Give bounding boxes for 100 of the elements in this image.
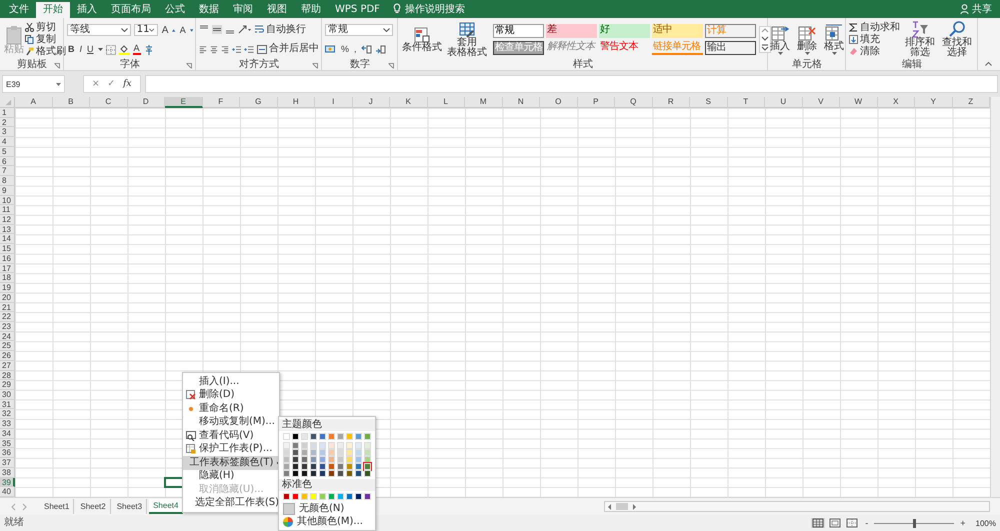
color-swatch[interactable] bbox=[283, 463, 290, 470]
insert-cells-button[interactable]: 插入 bbox=[769, 23, 791, 56]
row-header[interactable]: 30 bbox=[0, 390, 15, 400]
underline-button[interactable]: U bbox=[86, 44, 95, 55]
format-as-table-button[interactable]: 套用 表格格式 bbox=[446, 20, 488, 58]
menu-item[interactable]: 隐藏(H) bbox=[183, 470, 279, 483]
menu-item[interactable]: 重命名(R) bbox=[183, 402, 279, 416]
column-header[interactable]: J bbox=[352, 97, 390, 108]
row-header[interactable]: 1 bbox=[0, 108, 15, 118]
zoom-out-button[interactable]: - bbox=[862, 518, 872, 528]
color-swatch[interactable] bbox=[301, 433, 308, 440]
vertical-scrollbar[interactable] bbox=[990, 97, 1000, 497]
row-header[interactable]: 9 bbox=[0, 186, 15, 196]
color-swatch[interactable] bbox=[337, 442, 344, 449]
row-header[interactable]: 36 bbox=[0, 448, 15, 458]
color-swatch[interactable] bbox=[301, 493, 308, 500]
color-swatch[interactable] bbox=[292, 470, 299, 477]
color-swatch[interactable] bbox=[292, 449, 299, 456]
row-header[interactable]: 4 bbox=[0, 137, 15, 147]
color-swatch[interactable] bbox=[337, 463, 344, 470]
color-swatch[interactable] bbox=[346, 456, 353, 463]
indent-icon[interactable] bbox=[232, 44, 242, 54]
format-cells-button[interactable]: 格式 bbox=[823, 23, 845, 56]
color-swatch[interactable] bbox=[364, 493, 371, 500]
more-colors-item[interactable]: 其他颜色(M)... bbox=[283, 515, 371, 528]
color-swatch[interactable] bbox=[319, 433, 326, 440]
column-header[interactable]: X bbox=[878, 97, 915, 108]
share-button[interactable]: 共享 bbox=[972, 2, 992, 18]
row-header[interactable]: 11 bbox=[0, 205, 15, 215]
copy-button[interactable]: 复制 bbox=[25, 34, 66, 46]
color-swatch[interactable] bbox=[337, 449, 344, 456]
color-swatch[interactable] bbox=[319, 470, 326, 477]
row-header[interactable]: 23 bbox=[0, 322, 15, 332]
no-color-item[interactable]: 无颜色(N) bbox=[283, 502, 371, 515]
cell-style[interactable]: 输出 bbox=[705, 41, 756, 55]
sheet-tab[interactable]: Sheet4 bbox=[149, 499, 184, 514]
sheet-tab[interactable]: Sheet3 bbox=[112, 499, 148, 514]
row-header[interactable]: 21 bbox=[0, 302, 15, 312]
color-swatch[interactable] bbox=[310, 470, 317, 477]
row-header[interactable]: 6 bbox=[0, 156, 15, 166]
color-swatch[interactable] bbox=[319, 449, 326, 456]
align-center-icon[interactable] bbox=[210, 44, 218, 54]
menu-item[interactable]: 查看代码(V) bbox=[183, 429, 279, 442]
color-swatch[interactable] bbox=[346, 493, 353, 500]
row-header[interactable]: 39 bbox=[0, 478, 15, 488]
column-header[interactable]: L bbox=[428, 97, 465, 108]
dialog-launcher-icon[interactable] bbox=[312, 63, 318, 69]
column-header[interactable]: B bbox=[52, 97, 90, 108]
sort-filter-button[interactable]: 排序和筛选 bbox=[903, 20, 937, 59]
percent-button[interactable]: % bbox=[340, 44, 350, 55]
row-header[interactable]: 35 bbox=[0, 438, 15, 448]
row-header[interactable]: 24 bbox=[0, 332, 15, 342]
color-swatch[interactable] bbox=[328, 456, 335, 463]
color-swatch[interactable] bbox=[355, 493, 362, 500]
horizontal-scrollbar[interactable] bbox=[604, 501, 990, 512]
name-box[interactable]: E39 bbox=[2, 75, 65, 93]
page-break-icon[interactable] bbox=[845, 518, 860, 528]
grow-font-button[interactable]: A bbox=[160, 24, 170, 36]
font-name-dropdown[interactable]: 等线 bbox=[67, 24, 131, 36]
sheet-tab[interactable]: Sheet1 bbox=[40, 499, 74, 514]
color-swatch[interactable] bbox=[364, 442, 371, 449]
formula-input[interactable] bbox=[144, 75, 998, 93]
fill-color-icon[interactable] bbox=[118, 44, 130, 55]
color-swatch[interactable] bbox=[319, 442, 326, 449]
color-swatch[interactable] bbox=[328, 433, 335, 440]
row-header[interactable]: 13 bbox=[0, 224, 15, 234]
normal-view-icon[interactable] bbox=[811, 518, 826, 528]
column-header[interactable]: D bbox=[128, 97, 165, 108]
color-swatch[interactable] bbox=[328, 449, 335, 456]
column-header[interactable]: Y bbox=[915, 97, 952, 108]
color-swatch[interactable] bbox=[346, 470, 353, 477]
row-header[interactable]: 26 bbox=[0, 351, 15, 361]
column-header[interactable]: S bbox=[690, 97, 728, 108]
font-color-button[interactable]: A bbox=[132, 44, 141, 55]
row-header[interactable]: 37 bbox=[0, 458, 15, 468]
orientation-icon[interactable] bbox=[238, 25, 252, 34]
color-swatch[interactable] bbox=[337, 456, 344, 463]
cell-style[interactable]: 常规 bbox=[493, 24, 544, 38]
cut-button[interactable]: 剪切 bbox=[25, 22, 66, 34]
color-swatch[interactable] bbox=[328, 442, 335, 449]
row-header[interactable]: 10 bbox=[0, 196, 15, 206]
row-header[interactable]: 27 bbox=[0, 360, 15, 371]
color-swatch[interactable] bbox=[301, 470, 308, 477]
column-header[interactable]: T bbox=[728, 97, 765, 108]
menu-item[interactable]: 移动或复制(M)... bbox=[183, 416, 279, 429]
italic-button[interactable]: I bbox=[78, 44, 84, 55]
column-header[interactable]: C bbox=[90, 97, 128, 108]
column-header[interactable]: H bbox=[278, 97, 315, 108]
color-swatch[interactable] bbox=[292, 433, 299, 440]
color-swatch[interactable] bbox=[283, 442, 290, 449]
previous-sheet-icon[interactable] bbox=[10, 502, 18, 510]
color-swatch[interactable] bbox=[319, 463, 326, 470]
color-swatch[interactable] bbox=[355, 449, 362, 456]
color-swatch[interactable] bbox=[283, 449, 290, 456]
collapse-ribbon-icon[interactable] bbox=[985, 62, 992, 66]
column-header[interactable]: K bbox=[390, 97, 428, 108]
shrink-font-button[interactable]: A bbox=[178, 24, 187, 36]
ribbon-tab[interactable]: 开始 bbox=[36, 2, 70, 18]
column-header[interactable]: Q bbox=[615, 97, 652, 108]
cell-style[interactable]: 好 bbox=[599, 24, 650, 38]
